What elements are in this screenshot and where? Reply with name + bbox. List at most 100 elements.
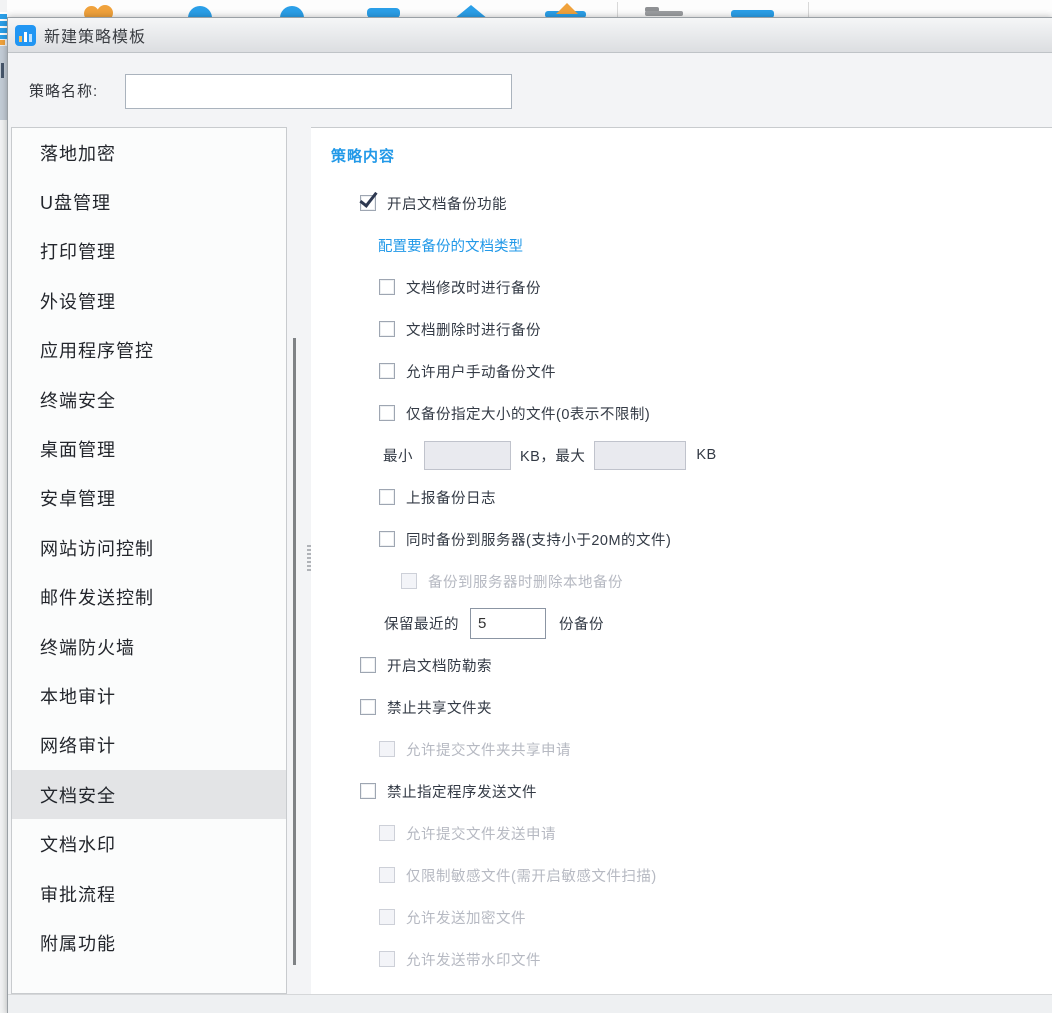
policy-content-panel: 策略内容 开启文档备份功能 配置要备份的文档类型 文档修改时进行备份 文档删除时… bbox=[311, 127, 1052, 994]
sidebar-item-peripheral-management[interactable]: 外设管理 bbox=[12, 276, 286, 325]
checkbox-enable-anti-ransomware[interactable] bbox=[360, 657, 376, 673]
checkbox-backup-on-modify[interactable] bbox=[379, 279, 395, 295]
max-size-label: KB，最大 bbox=[520, 445, 585, 466]
sidebar-item-landing-encryption[interactable]: 落地加密 bbox=[12, 128, 286, 177]
policy-name-input[interactable] bbox=[125, 74, 512, 109]
checkbox-allow-send-apply bbox=[379, 825, 395, 841]
min-size-label: 最小 bbox=[383, 445, 413, 466]
checkbox-label: 开启文档防勒索 bbox=[387, 655, 492, 676]
toolbar-separator bbox=[808, 2, 809, 17]
window-edge-fragment bbox=[1, 63, 4, 78]
configure-backup-types-link[interactable]: 配置要备份的文档类型 bbox=[378, 235, 523, 256]
sidebar-item-local-audit[interactable]: 本地审计 bbox=[12, 671, 286, 720]
screen: 新建策略模板 策略名称: 落地加密 U盘管理 打印管理 外设管理 应用程序管控 … bbox=[0, 0, 1052, 1013]
sidebar-item-website-access-control[interactable]: 网站访问控制 bbox=[12, 523, 286, 572]
report-blue-icon[interactable] bbox=[731, 10, 774, 17]
min-size-input[interactable] bbox=[424, 441, 511, 470]
row-backup-on-modify: 文档修改时进行备份 bbox=[311, 266, 1052, 308]
kb-unit-label: KB bbox=[696, 447, 716, 463]
max-size-input[interactable] bbox=[594, 441, 686, 470]
row-backup-size-limit: 仅备份指定大小的文件(0表示不限制) bbox=[311, 392, 1052, 434]
row-enable-anti-ransomware: 开启文档防勒索 bbox=[311, 644, 1052, 686]
checkbox-label: 允许提交文件发送申请 bbox=[406, 823, 556, 844]
row-forbid-shared-folder: 禁止共享文件夹 bbox=[311, 686, 1052, 728]
sidebar-scrollbar-thumb[interactable] bbox=[293, 338, 296, 965]
sidebar-item-desktop-management[interactable]: 桌面管理 bbox=[12, 424, 286, 473]
checkbox-label: 文档修改时进行备份 bbox=[406, 277, 541, 298]
row-backup-to-server: 同时备份到服务器(支持小于20M的文件) bbox=[311, 518, 1052, 560]
checkbox-label: 备份到服务器时删除本地备份 bbox=[428, 571, 623, 592]
row-backup-on-delete: 文档删除时进行备份 bbox=[311, 308, 1052, 350]
checkbox-label: 禁止共享文件夹 bbox=[387, 697, 492, 718]
checkbox-label: 允许发送带水印文件 bbox=[406, 949, 541, 970]
checkbox-report-backup-log[interactable] bbox=[379, 489, 395, 505]
sidebar-item-endpoint-security[interactable]: 终端安全 bbox=[12, 375, 286, 424]
window-edge-fragment bbox=[0, 12, 7, 39]
checkbox-allow-send-encrypted bbox=[379, 909, 395, 925]
sidebar-item-app-control[interactable]: 应用程序管控 bbox=[12, 326, 286, 375]
checkbox-allow-share-apply bbox=[379, 741, 395, 757]
sidebar-item-email-send-control[interactable]: 邮件发送控制 bbox=[12, 573, 286, 622]
sidebar-item-network-audit[interactable]: 网络审计 bbox=[12, 721, 286, 770]
sidebar-item-endpoint-firewall[interactable]: 终端防火墙 bbox=[12, 622, 286, 671]
checkbox-label: 仅限制敏感文件(需开启敏感文件扫描) bbox=[406, 865, 657, 886]
row-report-backup-log: 上报备份日志 bbox=[311, 476, 1052, 518]
row-allow-send-watermarked: 允许发送带水印文件 bbox=[311, 938, 1052, 980]
new-policy-template-dialog: 新建策略模板 策略名称: 落地加密 U盘管理 打印管理 外设管理 应用程序管控 … bbox=[7, 17, 1052, 1013]
sidebar-item-usb-management[interactable]: U盘管理 bbox=[12, 177, 286, 226]
sidebar-item-approval-flow[interactable]: 审批流程 bbox=[12, 869, 286, 918]
row-allow-send-apply: 允许提交文件发送申请 bbox=[311, 812, 1052, 854]
picture-blue-orange-icon[interactable] bbox=[556, 3, 578, 14]
checkbox-label: 禁止指定程序发送文件 bbox=[387, 781, 537, 802]
row-keep-backups: 保留最近的 份备份 bbox=[311, 602, 1052, 644]
checkbox-allow-manual-backup[interactable] bbox=[379, 363, 395, 379]
dialog-title: 新建策略模板 bbox=[44, 23, 146, 47]
checkbox-backup-to-server[interactable] bbox=[379, 531, 395, 547]
keep-backups-count-input[interactable] bbox=[470, 608, 546, 639]
policy-name-label: 策略名称: bbox=[29, 80, 98, 101]
sidebar-item-android-management[interactable]: 安卓管理 bbox=[12, 474, 286, 523]
checkbox-label: 同时备份到服务器(支持小于20M的文件) bbox=[406, 529, 671, 550]
toolbar-separator bbox=[617, 2, 618, 17]
checkbox-label: 允许用户手动备份文件 bbox=[406, 361, 556, 382]
keep-backups-suffix: 份备份 bbox=[559, 613, 604, 634]
clock-blue-icon[interactable] bbox=[188, 6, 212, 17]
sidebar-item-auxiliary-functions[interactable]: 附属功能 bbox=[12, 918, 286, 967]
policy-category-sidebar: 落地加密 U盘管理 打印管理 外设管理 应用程序管控 终端安全 桌面管理 安卓管… bbox=[11, 127, 287, 994]
people-orange-icon[interactable] bbox=[97, 5, 113, 17]
background-toolbar bbox=[0, 0, 1052, 17]
dialog-titlebar[interactable]: 新建策略模板 bbox=[8, 18, 1052, 53]
checkbox-allow-send-watermarked bbox=[379, 951, 395, 967]
checkbox-forbid-app-send-file[interactable] bbox=[360, 783, 376, 799]
row-configure-backup-types: 配置要备份的文档类型 bbox=[311, 224, 1052, 266]
sidebar-item-print-management[interactable]: 打印管理 bbox=[12, 227, 286, 276]
checkbox-backup-on-delete[interactable] bbox=[379, 321, 395, 337]
checkbox-label: 仅备份指定大小的文件(0表示不限制) bbox=[406, 403, 650, 424]
row-allow-manual-backup: 允许用户手动备份文件 bbox=[311, 350, 1052, 392]
checkbox-label: 开启文档备份功能 bbox=[387, 193, 507, 214]
row-only-sensitive-files: 仅限制敏感文件(需开启敏感文件扫描) bbox=[311, 854, 1052, 896]
row-delete-local-after-server: 备份到服务器时删除本地备份 bbox=[311, 560, 1052, 602]
checkbox-label: 上报备份日志 bbox=[406, 487, 496, 508]
checkbox-enable-doc-backup[interactable] bbox=[360, 195, 376, 211]
checkbox-only-sensitive-files bbox=[379, 867, 395, 883]
row-allow-share-apply: 允许提交文件夹共享申请 bbox=[311, 728, 1052, 770]
checkbox-forbid-shared-folder[interactable] bbox=[360, 699, 376, 715]
arrow-up-blue-icon[interactable] bbox=[454, 5, 488, 17]
monitor-blue-icon[interactable] bbox=[367, 8, 400, 17]
window-edge-fragment bbox=[0, 40, 5, 45]
printer-gray-icon[interactable] bbox=[645, 11, 683, 16]
checkbox-backup-size-limit[interactable] bbox=[379, 405, 395, 421]
row-size-inputs: 最小 KB，最大 KB bbox=[311, 434, 1052, 476]
bar-chart-icon bbox=[15, 25, 36, 46]
keep-backups-prefix: 保留最近的 bbox=[384, 613, 459, 634]
checkbox-label: 允许发送加密文件 bbox=[406, 907, 526, 928]
window-edge-fragment bbox=[0, 46, 7, 120]
row-allow-send-encrypted: 允许发送加密文件 bbox=[311, 896, 1052, 938]
globe-blue-icon[interactable] bbox=[280, 6, 304, 17]
sidebar-item-doc-watermark[interactable]: 文档水印 bbox=[12, 819, 286, 868]
row-forbid-app-send-file: 禁止指定程序发送文件 bbox=[311, 770, 1052, 812]
dialog-footer bbox=[8, 994, 1052, 1013]
sidebar-item-doc-security[interactable]: 文档安全 bbox=[12, 770, 286, 819]
row-enable-doc-backup: 开启文档备份功能 bbox=[311, 182, 1052, 224]
